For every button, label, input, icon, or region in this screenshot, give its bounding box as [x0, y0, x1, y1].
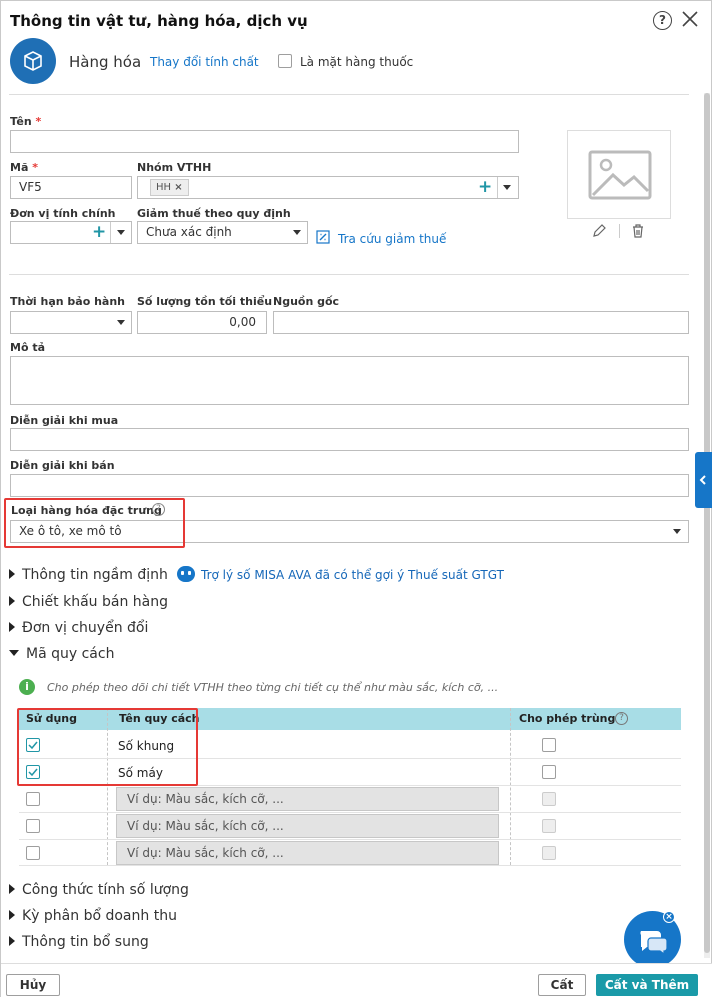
group-tag: HH × — [150, 179, 189, 196]
section-formula[interactable]: Công thức tính số lượng — [9, 882, 189, 898]
use-checkbox-4[interactable] — [26, 819, 40, 833]
chevron-down-icon — [673, 529, 681, 534]
chevron-down-icon[interactable] — [503, 185, 511, 190]
dup-checkbox-4 — [542, 819, 556, 833]
image-icon — [588, 150, 652, 200]
edit-icon[interactable] — [591, 223, 607, 239]
description-label: Mô tả — [10, 341, 46, 354]
image-placeholder[interactable] — [567, 130, 671, 219]
group-select[interactable]: HH × + — [137, 176, 519, 199]
cancel-button[interactable]: Hủy — [6, 974, 60, 996]
origin-label: Nguồn gốc — [273, 295, 340, 308]
chat-close-icon[interactable]: × — [663, 911, 675, 923]
remove-tag-icon[interactable]: × — [174, 182, 182, 193]
highlight-box — [4, 498, 185, 548]
dup-checkbox-3 — [542, 792, 556, 806]
dialog-title: Thông tin vật tư, hàng hóa, dịch vụ — [10, 12, 308, 30]
scrollbar[interactable] — [704, 93, 710, 958]
section-revenue[interactable]: Kỳ phân bổ doanh thu — [9, 908, 177, 924]
collapse-panel-button[interactable] — [695, 452, 712, 508]
use-checkbox-3[interactable] — [26, 792, 40, 806]
tax-select[interactable]: Chưa xác định — [137, 221, 308, 244]
close-icon[interactable] — [681, 10, 699, 28]
unit-label: Đơn vị tính chính — [10, 207, 116, 220]
medicine-label: Là mặt hàng thuốc — [300, 55, 414, 69]
use-checkbox-5[interactable] — [26, 846, 40, 860]
sale-desc-label: Diễn giải khi bán — [10, 459, 115, 472]
section-extra[interactable]: Thông tin bổ sung — [9, 934, 149, 950]
sale-desc-input[interactable] — [10, 474, 689, 497]
group-label: Nhóm VTHH — [137, 161, 212, 174]
section-conversion[interactable]: Đơn vị chuyển đổi — [9, 620, 148, 636]
goods-type-label: Hàng hóa — [69, 53, 142, 71]
section-implicit[interactable]: Thông tin ngầm định — [9, 567, 168, 583]
delete-icon[interactable] — [630, 223, 646, 239]
help-icon[interactable]: ? — [653, 11, 672, 30]
change-type-link[interactable]: Thay đổi tính chất — [150, 55, 259, 69]
item-info-dialog: Thông tin vật tư, hàng hóa, dịch vụ ? Hà… — [0, 0, 712, 998]
dup-help-icon[interactable]: ? — [615, 712, 628, 725]
dup-checkbox-2[interactable] — [542, 765, 556, 779]
col-dup: Cho phép trùng — [519, 712, 616, 725]
dup-checkbox-1[interactable] — [542, 738, 556, 752]
highlight-box — [17, 708, 198, 786]
dialog-footer: Hủy Cất Cất và Thêm — [1, 963, 712, 998]
origin-input[interactable] — [273, 311, 689, 334]
min-stock-label: Số lượng tồn tối thiểu — [137, 295, 273, 308]
name-label: Tên * — [10, 115, 42, 128]
chevron-down-icon[interactable] — [117, 230, 125, 235]
chevron-left-icon — [699, 475, 706, 485]
spec-name-input-5[interactable]: Ví dụ: Màu sắc, kích cỡ, ... — [116, 841, 499, 865]
min-stock-input[interactable]: 0,00 — [137, 311, 267, 334]
warranty-select[interactable] — [10, 311, 132, 334]
code-label: Mã * — [10, 161, 38, 174]
warranty-label: Thời hạn bảo hành — [10, 295, 126, 308]
unit-select[interactable]: + — [10, 221, 132, 244]
save-button[interactable]: Cất — [538, 974, 586, 996]
add-unit-icon[interactable]: + — [92, 224, 106, 241]
tax-label: Giảm thuế theo quy định — [137, 207, 291, 220]
add-group-icon[interactable]: + — [478, 179, 492, 196]
ava-link[interactable]: Trợ lý số MISA AVA đã có thể gợi ý Thuế … — [201, 568, 504, 582]
spec-name-input-3[interactable]: Ví dụ: Màu sắc, kích cỡ, ... — [116, 787, 499, 811]
description-textarea[interactable] — [10, 356, 689, 405]
medicine-checkbox[interactable] — [278, 54, 292, 68]
spec-info-text: Cho phép theo dõi chi tiết VTHH theo từn… — [47, 681, 499, 694]
tax-lookup-link[interactable]: Tra cứu giảm thuế — [338, 232, 446, 246]
section-spec[interactable]: Mã quy cách — [9, 646, 114, 662]
save-and-add-button[interactable]: Cất và Thêm — [596, 974, 698, 996]
name-input[interactable] — [10, 130, 519, 153]
chevron-down-icon — [293, 230, 301, 235]
code-input[interactable]: VF5 — [10, 176, 132, 199]
ava-robot-icon — [177, 566, 195, 582]
info-icon: i — [19, 679, 35, 695]
chevron-down-icon — [117, 320, 125, 325]
purchase-desc-input[interactable] — [10, 428, 689, 451]
tax-lookup-icon[interactable] — [316, 230, 330, 244]
section-discount[interactable]: Chiết khấu bán hàng — [9, 594, 168, 610]
goods-type-icon — [10, 38, 56, 84]
purchase-desc-label: Diễn giải khi mua — [10, 414, 119, 427]
dup-checkbox-5 — [542, 846, 556, 860]
tax-value: Chưa xác định — [146, 225, 232, 239]
spec-name-input-4[interactable]: Ví dụ: Màu sắc, kích cỡ, ... — [116, 814, 499, 838]
